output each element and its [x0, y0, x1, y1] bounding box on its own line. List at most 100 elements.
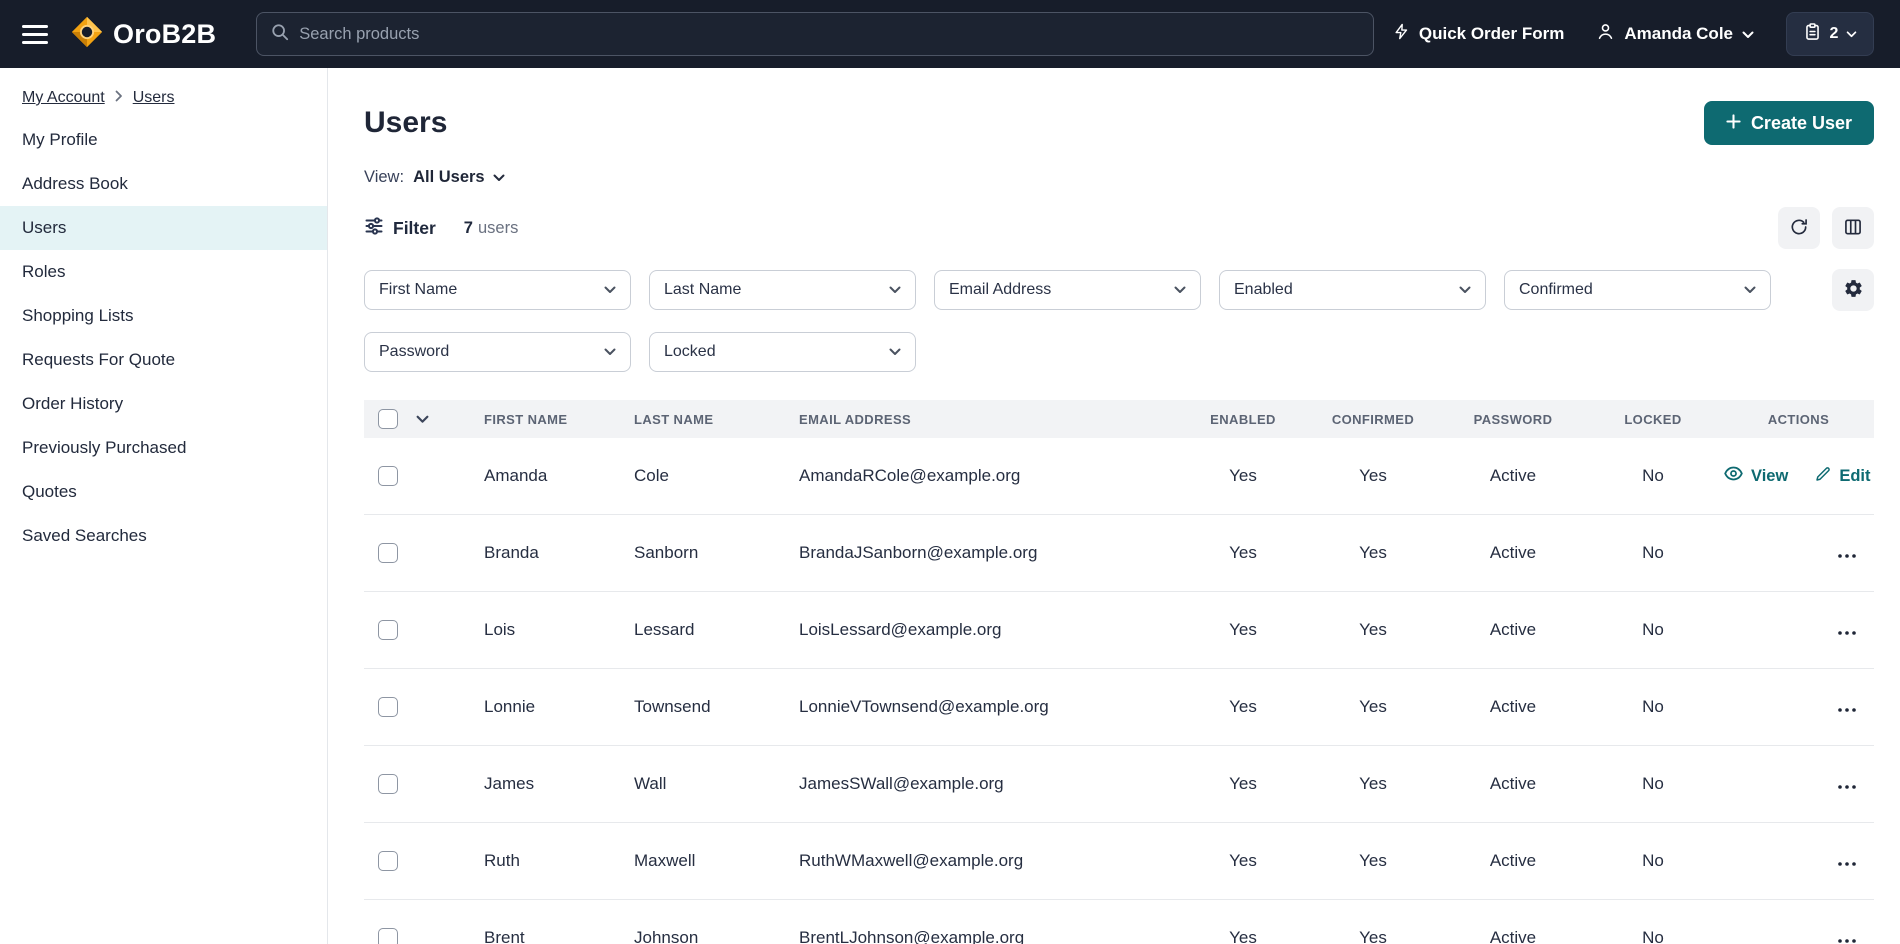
cell-last-name: Wall: [634, 774, 667, 793]
filter-select-first-name[interactable]: First Name: [364, 270, 631, 310]
cell-last-name: Johnson: [634, 928, 699, 944]
cell-last-name: Sanborn: [634, 543, 699, 562]
table-row: Ruth Maxwell RuthWMaxwell@example.org Ye…: [364, 823, 1874, 900]
filter-select-password[interactable]: Password: [364, 332, 631, 372]
table-row: Amanda Cole AmandaRCole@example.org Yes …: [364, 438, 1874, 515]
edit-button[interactable]: Edit: [1814, 465, 1870, 488]
filter-select-email-address[interactable]: Email Address: [934, 270, 1201, 310]
row-checkbox[interactable]: [378, 620, 398, 640]
cell-last-name: Cole: [634, 466, 669, 485]
view-label: View:: [364, 167, 405, 186]
sidebar-item-shopping-lists[interactable]: Shopping Lists: [0, 294, 327, 338]
column-header-enabled: ENABLED: [1210, 411, 1276, 427]
filter-select-enabled[interactable]: Enabled: [1219, 270, 1486, 310]
filter-settings-button[interactable]: [1832, 269, 1874, 311]
filter-toggle-button[interactable]: Filter: [364, 216, 436, 241]
ellipsis-icon: [1838, 700, 1856, 715]
topbar-actions: Quick Order Form Amanda Cole 2: [1393, 12, 1874, 56]
sidebar-item-previously-purchased[interactable]: Previously Purchased: [0, 426, 327, 470]
sidebar-item-roles[interactable]: Roles: [0, 250, 327, 294]
refresh-icon: [1789, 217, 1809, 240]
cell-email: JamesSWall@example.org: [799, 774, 1004, 793]
row-actions-menu-button[interactable]: [1832, 694, 1870, 721]
user-menu[interactable]: Amanda Cole: [1596, 22, 1754, 46]
shopping-list-icon: [1803, 22, 1822, 46]
plus-icon: [1726, 113, 1741, 134]
ellipsis-icon: [1838, 777, 1856, 792]
cell-email: BrandaJSanborn@example.org: [799, 543, 1038, 562]
row-checkbox[interactable]: [378, 774, 398, 794]
view-button[interactable]: View: [1723, 463, 1788, 489]
logo-text: OroB2B: [113, 18, 217, 49]
row-checkbox[interactable]: [378, 466, 398, 486]
user-name: Amanda Cole: [1624, 24, 1733, 43]
cell-first-name: Brent: [484, 928, 525, 944]
chevron-down-icon: [493, 168, 505, 187]
chevron-down-icon: [1174, 286, 1186, 294]
cell-first-name: Lonnie: [484, 697, 536, 716]
select-all-dropdown-icon[interactable]: [412, 415, 468, 424]
grid-settings-button[interactable]: [1832, 207, 1874, 249]
view-selector[interactable]: All Users: [413, 168, 505, 187]
row-checkbox[interactable]: [378, 851, 398, 871]
row-actions-menu-button[interactable]: [1832, 771, 1870, 798]
select-all-checkbox[interactable]: [378, 409, 398, 429]
user-icon: [1596, 22, 1615, 46]
cell-password: Active: [1489, 697, 1537, 716]
sidebar-item-users[interactable]: Users: [0, 206, 327, 250]
column-header-first-name: FIRST NAME: [484, 411, 568, 427]
breadcrumb-users[interactable]: Users: [133, 89, 175, 107]
sidebar-item-order-history[interactable]: Order History: [0, 382, 327, 426]
cell-last-name: Maxwell: [634, 851, 696, 870]
search-input[interactable]: [299, 24, 1360, 44]
filter-select-confirmed[interactable]: Confirmed: [1504, 270, 1771, 310]
table-row: Lois Lessard LoisLessard@example.org Yes…: [364, 592, 1874, 669]
cell-locked: No: [1642, 620, 1664, 639]
hamburger-menu-icon[interactable]: [22, 24, 48, 44]
row-actions-menu-button[interactable]: [1832, 925, 1870, 944]
row-actions-menu-button[interactable]: [1832, 617, 1870, 644]
cell-enabled: Yes: [1229, 543, 1257, 562]
chevron-down-icon: [604, 348, 616, 356]
sidebar-item-saved-searches[interactable]: Saved Searches: [0, 514, 327, 558]
logo[interactable]: OroB2B: [70, 15, 216, 54]
sidebar-item-my-profile[interactable]: My Profile: [0, 118, 327, 162]
pencil-icon: [1814, 465, 1832, 488]
sidebar-item-quotes[interactable]: Quotes: [0, 470, 327, 514]
cell-first-name: James: [484, 774, 535, 793]
quick-order-form-link[interactable]: Quick Order Form: [1393, 22, 1564, 46]
column-header-password: PASSWORD: [1473, 411, 1553, 427]
row-actions-menu-button[interactable]: [1832, 540, 1870, 567]
cell-password: Active: [1489, 851, 1537, 870]
filter-select-locked[interactable]: Locked: [649, 332, 916, 372]
sidebar-item-address-book[interactable]: Address Book: [0, 162, 327, 206]
cell-last-name: Townsend: [634, 697, 711, 716]
sidebar-item-requests-for-quote[interactable]: Requests For Quote: [0, 338, 327, 382]
cell-password: Active: [1489, 620, 1537, 639]
filter-select-last-name[interactable]: Last Name: [649, 270, 916, 310]
filters-panel: First Name Last Name Email Address Enabl…: [364, 269, 1874, 372]
ellipsis-icon: [1838, 931, 1856, 944]
sidebar-nav: My Profile Address Book Users Roles Shop…: [0, 118, 327, 558]
chevron-down-icon: [889, 348, 901, 356]
lightning-icon: [1393, 22, 1410, 46]
row-checkbox[interactable]: [378, 928, 398, 944]
product-search-box: [256, 12, 1375, 56]
row-actions-menu-button[interactable]: [1832, 848, 1870, 875]
breadcrumb: My Account Users: [0, 68, 327, 112]
create-user-button[interactable]: Create User: [1703, 101, 1874, 145]
cell-confirmed: Yes: [1359, 774, 1387, 793]
cell-enabled: Yes: [1229, 697, 1257, 716]
column-header-actions: ACTIONS: [1767, 411, 1830, 427]
cell-enabled: Yes: [1229, 851, 1257, 870]
cell-password: Active: [1489, 466, 1537, 485]
row-checkbox[interactable]: [378, 543, 398, 563]
breadcrumb-my-account[interactable]: My Account: [22, 89, 105, 107]
row-checkbox[interactable]: [378, 697, 398, 717]
chevron-down-icon: [1459, 286, 1471, 294]
filter-icon: [364, 216, 384, 241]
shopping-list-widget[interactable]: 2: [1786, 12, 1874, 56]
page-title: Users: [364, 106, 448, 139]
cell-locked: No: [1642, 697, 1664, 716]
refresh-button[interactable]: [1778, 207, 1820, 249]
